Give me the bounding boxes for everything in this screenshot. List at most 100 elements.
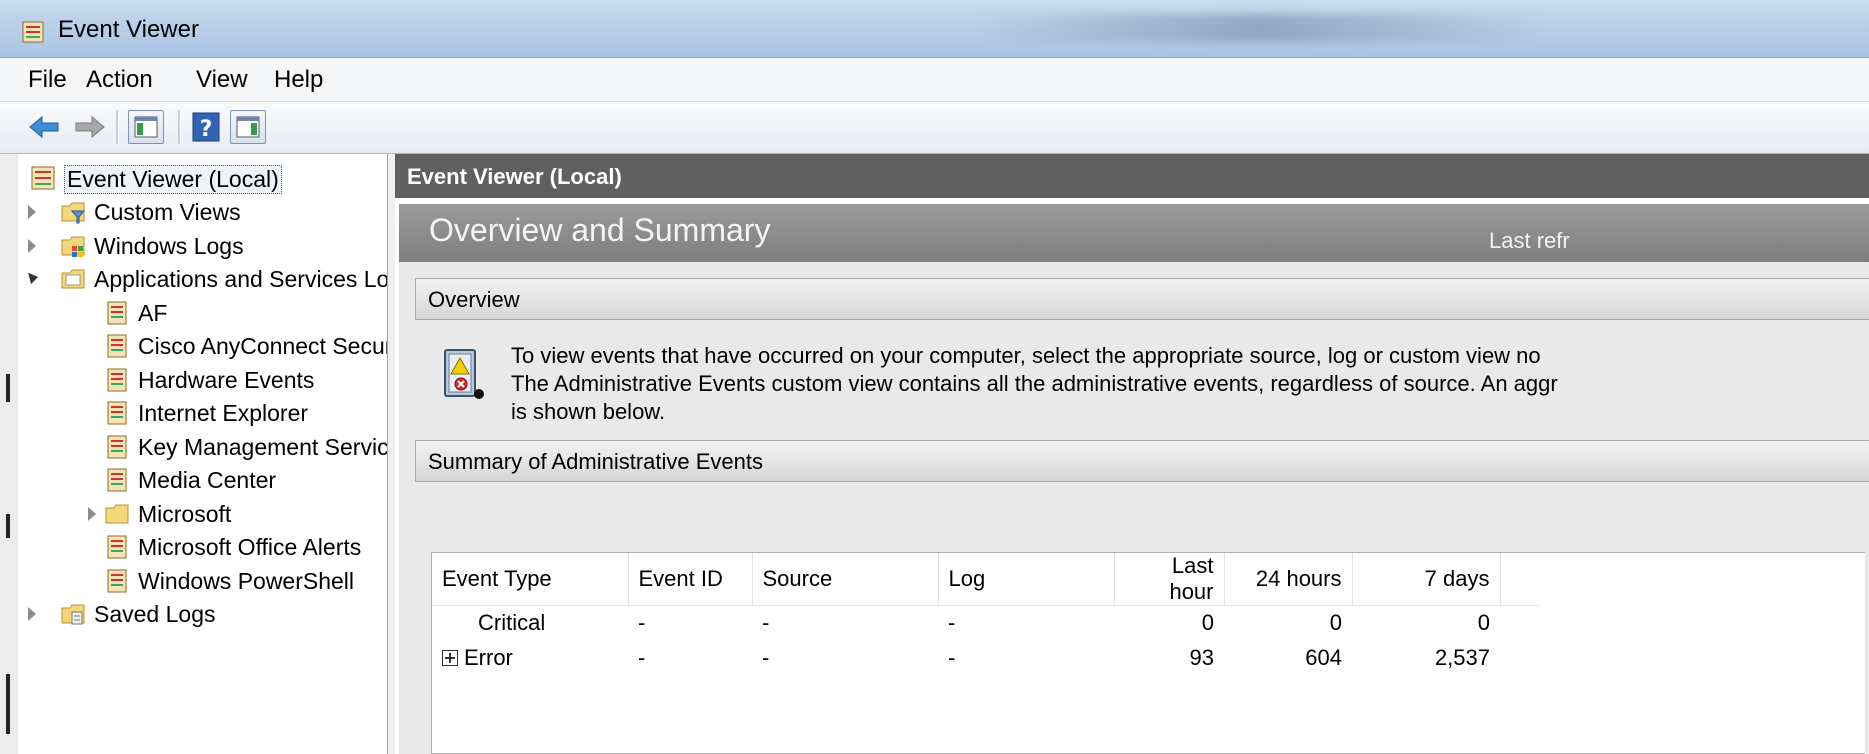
title-bar[interactable]: Event Viewer — [0, 0, 1869, 58]
cell-7-days: 2,537 — [1434, 645, 1490, 670]
menu-action[interactable]: Action — [86, 66, 153, 94]
forward-arrow-icon[interactable] — [72, 110, 108, 144]
admin-events-table[interactable]: Event Type Event ID Source Log Last hour… — [431, 552, 1865, 754]
log-icon — [107, 301, 127, 324]
cell-event-type: Error — [464, 645, 513, 670]
toolbar: ? — [0, 102, 1869, 154]
tree-item-label: Microsoft Office Alerts — [138, 534, 362, 560]
tree-item-label: Applications and Services Lo — [94, 266, 388, 292]
tree-item-label: Key Management Service — [138, 433, 388, 460]
tree-item-label: Windows Logs — [94, 232, 244, 259]
help-icon[interactable]: ? — [188, 110, 224, 144]
cell-event-id: - — [638, 645, 646, 670]
tree-item-label: Media Center — [138, 467, 277, 493]
menu-view[interactable]: View — [196, 66, 248, 94]
tree-item-label: Custom Views — [94, 199, 241, 225]
log-icon — [107, 401, 127, 425]
tree-item-label: Windows PowerShell — [138, 567, 355, 594]
tree-item-cisco-anyconnect-secur[interactable]: Cisco AnyConnect Secur — [18, 330, 388, 362]
table-row[interactable]: Error - - - 93 604 2,537 — [432, 641, 1540, 676]
menu-file[interactable]: File — [28, 66, 67, 94]
tree-root-event-viewer-local[interactable]: Event Viewer (Local) — [28, 162, 282, 194]
cell-source: - — [762, 610, 770, 636]
event-log-book-icon — [444, 349, 484, 399]
tree-root-label: Event Viewer (Local) — [64, 165, 282, 194]
show-hide-action-pane-icon[interactable] — [230, 110, 266, 144]
tree-item-label: Microsoft — [138, 500, 232, 527]
cell-24-hours: 0 — [1329, 610, 1342, 636]
summary-section-header[interactable]: Summary of Administrative Events — [415, 440, 1869, 482]
log-icon — [107, 368, 127, 391]
overview-description: To view events that have occurred on you… — [511, 342, 1869, 426]
table-row[interactable]: Critical - - - 0 0 0 — [432, 606, 1540, 641]
cell-source: - — [762, 645, 770, 670]
collapsed-arrow-icon[interactable] — [28, 238, 36, 253]
tree-item-custom-views[interactable]: Custom Views — [18, 196, 387, 228]
log-icon — [107, 535, 127, 559]
overview-section-header[interactable]: Overview — [415, 278, 1869, 320]
edge-mark — [6, 374, 10, 402]
col-last-hour[interactable]: Last hour — [1114, 553, 1225, 606]
console-tree[interactable]: Event Viewer (Local) Custom Views Windows… — [18, 154, 388, 754]
toolbar-separator — [178, 110, 181, 144]
tree-item-saved-logs[interactable]: Saved Logs — [18, 598, 387, 630]
menu-help[interactable]: Help — [274, 66, 323, 94]
tree-item-microsoft-office-alerts[interactable]: Microsoft Office Alerts — [18, 531, 387, 563]
tree-item-hardware-events[interactable]: Hardware Events — [18, 364, 387, 396]
collapsed-arrow-icon[interactable] — [28, 607, 36, 621]
cell-event-id: - — [638, 610, 646, 636]
edge-mark — [6, 514, 10, 538]
collapsed-arrow-icon[interactable] — [28, 205, 36, 219]
expanded-arrow-icon[interactable] — [23, 269, 39, 285]
event-viewer-icon — [31, 166, 55, 190]
window-left-edge — [0, 154, 18, 754]
folder-icon — [105, 504, 129, 523]
folder-windows-icon — [61, 236, 85, 257]
folder-filter-icon — [61, 202, 86, 224]
window-title: Event Viewer — [58, 16, 199, 43]
folder-saved-icon — [61, 604, 85, 625]
tree-item-applications-and-services-lo[interactable]: Applications and Services Lo — [18, 263, 388, 295]
table-header-row: Event Type Event ID Source Log Last hour… — [432, 553, 1540, 606]
log-icon — [107, 334, 127, 358]
tree-item-internet-explorer[interactable]: Internet Explorer — [18, 397, 387, 429]
col-log[interactable]: Log — [938, 553, 1115, 606]
tree-item-label: Saved Logs — [94, 601, 216, 627]
tree-item-label: Cisco AnyConnect Secur — [138, 333, 388, 359]
tree-item-af[interactable]: AF — [18, 297, 387, 329]
col-event-id[interactable]: Event ID — [628, 553, 753, 606]
cell-24-hours: 604 — [1305, 645, 1342, 670]
overview-line: To view events that have occurred on you… — [511, 343, 1541, 368]
tree-item-key-management-service[interactable]: Key Management Service — [18, 431, 388, 463]
cell-log: - — [948, 645, 956, 670]
tree-item-windows-powershell[interactable]: Windows PowerShell — [18, 565, 387, 597]
cell-last-hour: 0 — [1201, 610, 1214, 636]
tree-item-media-center[interactable]: Media Center — [18, 464, 387, 496]
log-icon — [107, 435, 127, 458]
main-pane: Event Viewer (Local) Overview and Summar… — [395, 154, 1869, 754]
col-spacer — [1500, 553, 1540, 606]
col-24-hours[interactable]: 24 hours — [1224, 553, 1353, 606]
main-pane-header: Event Viewer (Local) — [395, 154, 1869, 198]
expand-plus-icon[interactable] — [442, 650, 458, 666]
col-source[interactable]: Source — [752, 553, 939, 606]
col-event-type[interactable]: Event Type — [432, 553, 629, 606]
event-viewer-app-icon — [22, 21, 44, 43]
show-hide-console-tree-icon[interactable] — [128, 110, 164, 144]
col-7-days[interactable]: 7 days — [1352, 553, 1501, 606]
svg-text:?: ? — [200, 117, 213, 142]
overview-line: is shown below. — [511, 399, 666, 424]
blurred-title-region — [980, 14, 1540, 42]
tree-item-windows-logs[interactable]: Windows Logs — [18, 230, 387, 262]
collapsed-arrow-icon[interactable] — [88, 506, 96, 521]
overview-summary-title: Overview and Summary — [429, 212, 771, 248]
back-arrow-icon[interactable] — [26, 110, 62, 144]
log-icon — [107, 569, 127, 592]
overview-line: The Administrative Events custom view co… — [511, 371, 1558, 396]
toolbar-separator — [116, 110, 119, 144]
overview-banner: Overview and Summary Last refr — [399, 204, 1869, 262]
tree-item-microsoft[interactable]: Microsoft — [18, 498, 387, 530]
cell-7-days: 0 — [1477, 610, 1490, 636]
log-icon — [107, 468, 127, 492]
cell-last-hour: 93 — [1189, 645, 1214, 670]
